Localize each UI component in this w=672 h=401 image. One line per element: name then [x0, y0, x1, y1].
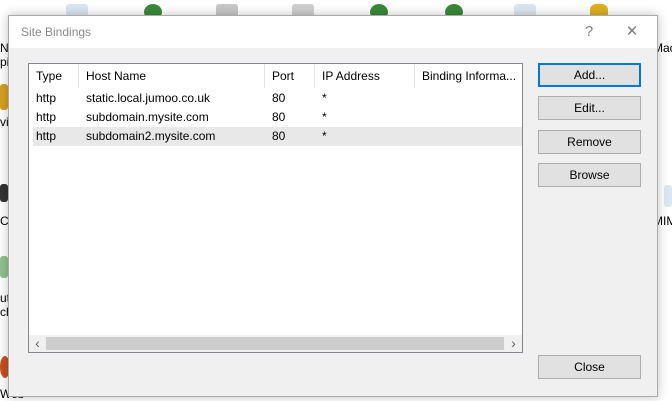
browse-button[interactable]: Browse: [538, 163, 641, 187]
column-header-ip-address[interactable]: IP Address: [315, 64, 415, 88]
cgi-icon: [0, 184, 8, 202]
column-header-host-name[interactable]: Host Name: [79, 64, 265, 88]
cell-port: 80: [272, 91, 286, 105]
remove-button[interactable]: Remove: [538, 130, 641, 154]
dialog-title: Site Bindings: [21, 25, 92, 39]
cell-host-name: subdomain.mysite.com: [86, 110, 209, 124]
table-row[interactable]: http static.local.jumoo.co.uk 80 *: [33, 89, 522, 108]
mime-icon: [664, 185, 672, 207]
add-button[interactable]: Add...: [538, 63, 641, 87]
cell-port: 80: [272, 110, 286, 124]
cell-type: http: [36, 91, 57, 105]
output-cache-icon: [0, 256, 8, 278]
close-icon[interactable]: ✕: [617, 22, 647, 42]
bindings-list[interactable]: Type Host Name Port IP Address Binding I…: [28, 63, 523, 353]
table-row-selected[interactable]: http subdomain2.mysite.com 80 *: [33, 127, 522, 146]
cell-type: http: [36, 110, 57, 124]
scrollbar-thumb[interactable]: [46, 337, 504, 350]
cell-host-name: subdomain2.mysite.com: [86, 129, 216, 143]
cell-host-name: static.local.jumoo.co.uk: [86, 91, 211, 105]
close-button[interactable]: Close: [538, 355, 641, 379]
scroll-right-icon[interactable]: ›: [505, 335, 522, 352]
site-bindings-dialog: Site Bindings ? ✕ Type Host Name Port IP…: [8, 15, 658, 397]
bindings-list-header: Type Host Name Port IP Address Binding I…: [29, 64, 522, 88]
edit-button[interactable]: Edit...: [538, 96, 641, 120]
table-row[interactable]: http subdomain.mysite.com 80 *: [33, 108, 522, 127]
cell-ip-address: *: [322, 129, 327, 143]
cell-type: http: [36, 129, 57, 143]
column-header-binding-information[interactable]: Binding Informa...: [415, 64, 522, 88]
help-icon[interactable]: ?: [574, 22, 604, 42]
cell-ip-address: *: [322, 91, 327, 105]
column-header-port[interactable]: Port: [265, 64, 315, 88]
scroll-left-icon[interactable]: ‹: [29, 335, 46, 352]
column-header-type[interactable]: Type: [29, 64, 79, 88]
users-icon: [0, 84, 8, 110]
horizontal-scrollbar[interactable]: ‹ ›: [29, 335, 522, 352]
dialog-titlebar: Site Bindings ? ✕: [9, 16, 657, 48]
cell-ip-address: *: [322, 110, 327, 124]
cell-port: 80: [272, 129, 286, 143]
